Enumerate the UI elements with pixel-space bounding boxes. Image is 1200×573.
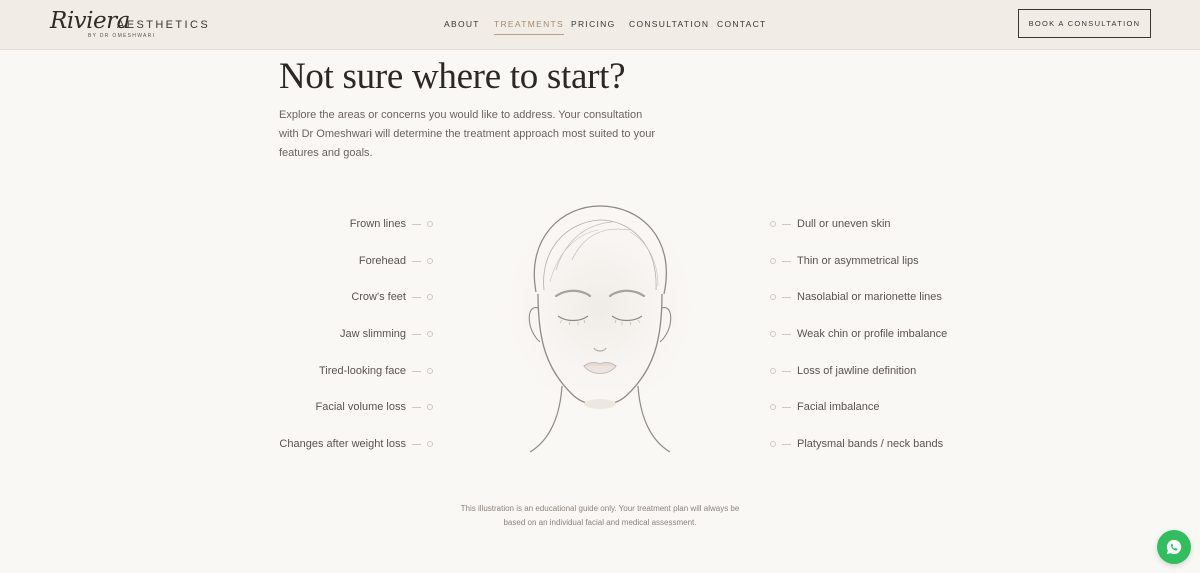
nav-about[interactable]: ABOUT bbox=[444, 19, 480, 29]
nav-consultation[interactable]: CONSULTATION bbox=[629, 19, 709, 29]
connector-line bbox=[782, 296, 791, 298]
marker-dot bbox=[427, 368, 433, 374]
concern-dull-uneven-skin[interactable]: Dull or uneven skin bbox=[770, 216, 891, 232]
concern-label: Dull or uneven skin bbox=[797, 218, 891, 230]
concern-changes-after-weight-loss[interactable]: Changes after weight loss bbox=[279, 436, 433, 452]
concern-label: Tired-looking face bbox=[318, 365, 406, 377]
connector-line bbox=[412, 296, 421, 298]
concern-label: Nasolabial or marionette lines bbox=[797, 291, 942, 303]
concern-nasolabial-lines[interactable]: Nasolabial or marionette lines bbox=[770, 289, 942, 305]
concern-label: Thin or asymmetrical lips bbox=[797, 255, 919, 267]
marker-dot bbox=[427, 404, 433, 410]
concern-jaw-slimming[interactable]: Jaw slimming bbox=[340, 326, 433, 342]
connector-line bbox=[782, 370, 791, 372]
page-title: Not sure where to start? bbox=[279, 56, 626, 97]
connector-line bbox=[412, 260, 421, 262]
intro-text: Explore the areas or concerns you would … bbox=[279, 109, 655, 159]
connector-line bbox=[782, 406, 791, 408]
concern-weak-chin[interactable]: Weak chin or profile imbalance bbox=[770, 326, 947, 342]
marker-dot bbox=[770, 221, 776, 227]
concern-label: Facial volume loss bbox=[315, 401, 406, 413]
concern-crows-feet[interactable]: Crow's feet bbox=[351, 289, 433, 305]
concern-label: Loss of jawline definition bbox=[797, 365, 917, 377]
site-header: Riviera AESTHETICS BY DR OMESHWARI ABOUT… bbox=[0, 0, 1200, 50]
nav-pricing[interactable]: PRICING bbox=[571, 19, 616, 29]
concern-facial-volume-loss[interactable]: Facial volume loss bbox=[316, 399, 433, 415]
concern-label: Weak chin or profile imbalance bbox=[797, 328, 948, 340]
marker-dot bbox=[427, 331, 433, 337]
connector-line bbox=[782, 333, 791, 335]
whatsapp-button[interactable] bbox=[1157, 530, 1191, 564]
connector-line bbox=[782, 443, 791, 445]
marker-dot bbox=[770, 331, 776, 337]
connector-line bbox=[412, 406, 421, 408]
concern-label: Frown lines bbox=[349, 218, 406, 230]
concern-label: Changes after weight loss bbox=[279, 438, 406, 450]
logo-subtitle: BY DR OMESHWARI bbox=[88, 33, 156, 39]
concern-label: Platysmal bands / neck bands bbox=[797, 438, 944, 450]
concern-tired-looking-face[interactable]: Tired-looking face bbox=[319, 363, 433, 379]
concern-forehead[interactable]: Forehead bbox=[359, 253, 433, 269]
concern-jawline-definition[interactable]: Loss of jawline definition bbox=[770, 363, 916, 379]
marker-dot bbox=[770, 404, 776, 410]
face-illustration bbox=[482, 192, 718, 453]
concern-label: Facial imbalance bbox=[797, 401, 880, 413]
concern-label: Forehead bbox=[358, 255, 406, 267]
concern-label: Jaw slimming bbox=[339, 328, 406, 340]
connector-line bbox=[412, 443, 421, 445]
marker-dot bbox=[770, 294, 776, 300]
book-consultation-button[interactable]: BOOK A CONSULTATION bbox=[1018, 9, 1151, 38]
marker-dot bbox=[427, 294, 433, 300]
disclaimer-text: This illustration is an educational guid… bbox=[460, 504, 740, 527]
marker-dot bbox=[427, 258, 433, 264]
concern-label: Crow's feet bbox=[351, 291, 406, 303]
connector-line bbox=[782, 223, 791, 225]
nav-treatments[interactable]: TREATMENTS bbox=[494, 19, 564, 35]
whatsapp-icon bbox=[1166, 539, 1182, 555]
concern-platysmal-bands[interactable]: Platysmal bands / neck bands bbox=[770, 436, 943, 452]
concern-thin-lips[interactable]: Thin or asymmetrical lips bbox=[770, 253, 919, 269]
connector-line bbox=[412, 370, 421, 372]
nav-contact[interactable]: CONTACT bbox=[717, 19, 767, 29]
concern-frown-lines[interactable]: Frown lines bbox=[350, 216, 433, 232]
marker-dot bbox=[770, 368, 776, 374]
marker-dot bbox=[770, 258, 776, 264]
marker-dot bbox=[770, 441, 776, 447]
connector-line bbox=[782, 260, 791, 262]
marker-dot bbox=[427, 221, 433, 227]
connector-line bbox=[412, 333, 421, 335]
connector-line bbox=[412, 223, 421, 225]
logo[interactable]: Riviera AESTHETICS BY DR OMESHWARI bbox=[50, 8, 210, 42]
logo-wordmark: AESTHETICS bbox=[117, 19, 211, 31]
concern-facial-imbalance[interactable]: Facial imbalance bbox=[770, 399, 880, 415]
marker-dot bbox=[427, 441, 433, 447]
